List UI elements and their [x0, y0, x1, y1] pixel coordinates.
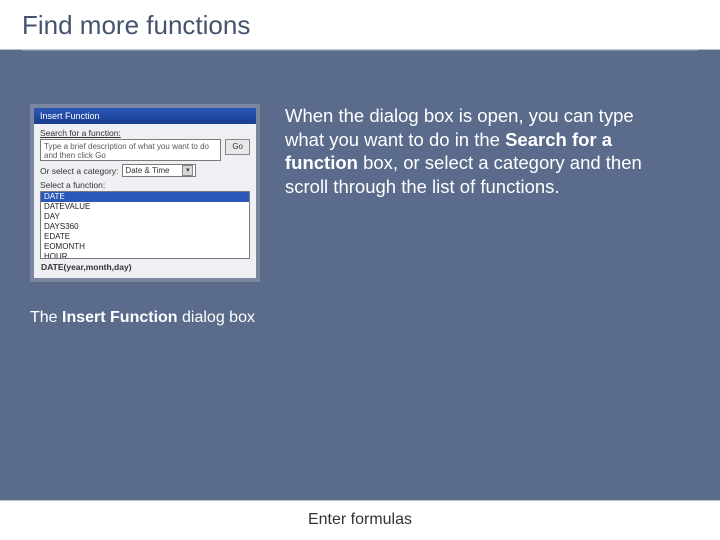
- slide-footer: Enter formulas: [0, 500, 720, 540]
- left-column: Insert Function Search for a function: T…: [30, 104, 260, 328]
- dialog-titlebar: Insert Function: [34, 108, 256, 124]
- category-value: Date & Time: [125, 166, 169, 175]
- header-separator: [22, 50, 698, 51]
- list-item[interactable]: HOUR: [41, 252, 249, 259]
- image-caption: The Insert Function dialog box: [30, 308, 260, 328]
- list-item[interactable]: EOMONTH: [41, 242, 249, 252]
- list-item[interactable]: DATEVALUE: [41, 202, 249, 212]
- dialog-body: Search for a function: Type a brief desc…: [34, 124, 256, 278]
- body-paragraph: When the dialog box is open, you can typ…: [285, 104, 675, 199]
- function-list[interactable]: DATE DATEVALUE DAY DAYS360 EDATE EOMONTH…: [40, 191, 250, 259]
- list-item[interactable]: DAYS360: [41, 222, 249, 232]
- dialog-title: Insert Function: [40, 111, 100, 121]
- caption-bold: Insert Function: [62, 309, 178, 326]
- search-label: Search for a function:: [40, 128, 250, 138]
- category-row: Or select a category: Date & Time ▾: [40, 164, 250, 177]
- category-select[interactable]: Date & Time ▾: [122, 164, 196, 177]
- category-label: Or select a category:: [40, 166, 118, 176]
- search-row: Type a brief description of what you wan…: [40, 139, 250, 161]
- list-item[interactable]: DATE: [41, 192, 249, 202]
- list-item[interactable]: DAY: [41, 212, 249, 222]
- caption-post: dialog box: [178, 309, 255, 326]
- function-list-label: Select a function:: [40, 180, 250, 190]
- slide: Find more functions Insert Function Sear…: [0, 0, 720, 540]
- slide-title: Find more functions: [22, 10, 698, 41]
- function-syntax: DATE(year,month,day): [40, 259, 250, 273]
- dialog-screenshot: Insert Function Search for a function: T…: [30, 104, 260, 282]
- list-item[interactable]: EDATE: [41, 232, 249, 242]
- chevron-down-icon: ▾: [182, 165, 193, 176]
- slide-header: Find more functions: [0, 0, 720, 50]
- footer-text: Enter formulas: [0, 501, 720, 529]
- go-button[interactable]: Go: [225, 139, 250, 155]
- caption-pre: The: [30, 309, 62, 326]
- slide-body: Insert Function Search for a function: T…: [0, 78, 720, 540]
- search-input[interactable]: Type a brief description of what you wan…: [40, 139, 221, 161]
